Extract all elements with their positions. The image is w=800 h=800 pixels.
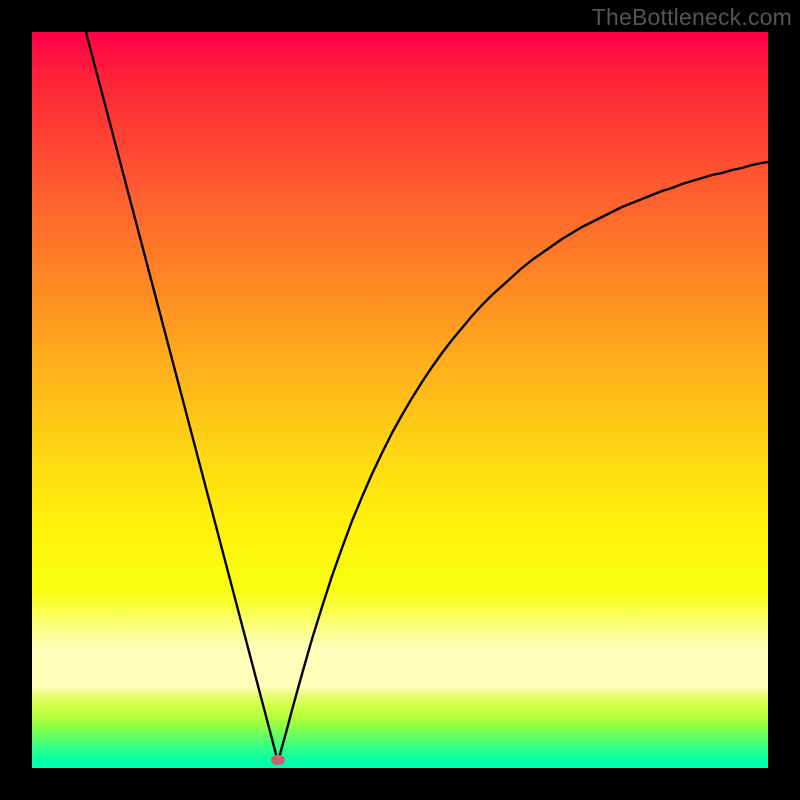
optimum-marker	[271, 755, 285, 765]
watermark-text: TheBottleneck.com	[592, 4, 792, 31]
plot-area	[32, 32, 768, 768]
bottleneck-curve	[86, 32, 768, 762]
curve-svg	[32, 32, 768, 768]
chart-frame: TheBottleneck.com	[0, 0, 800, 800]
